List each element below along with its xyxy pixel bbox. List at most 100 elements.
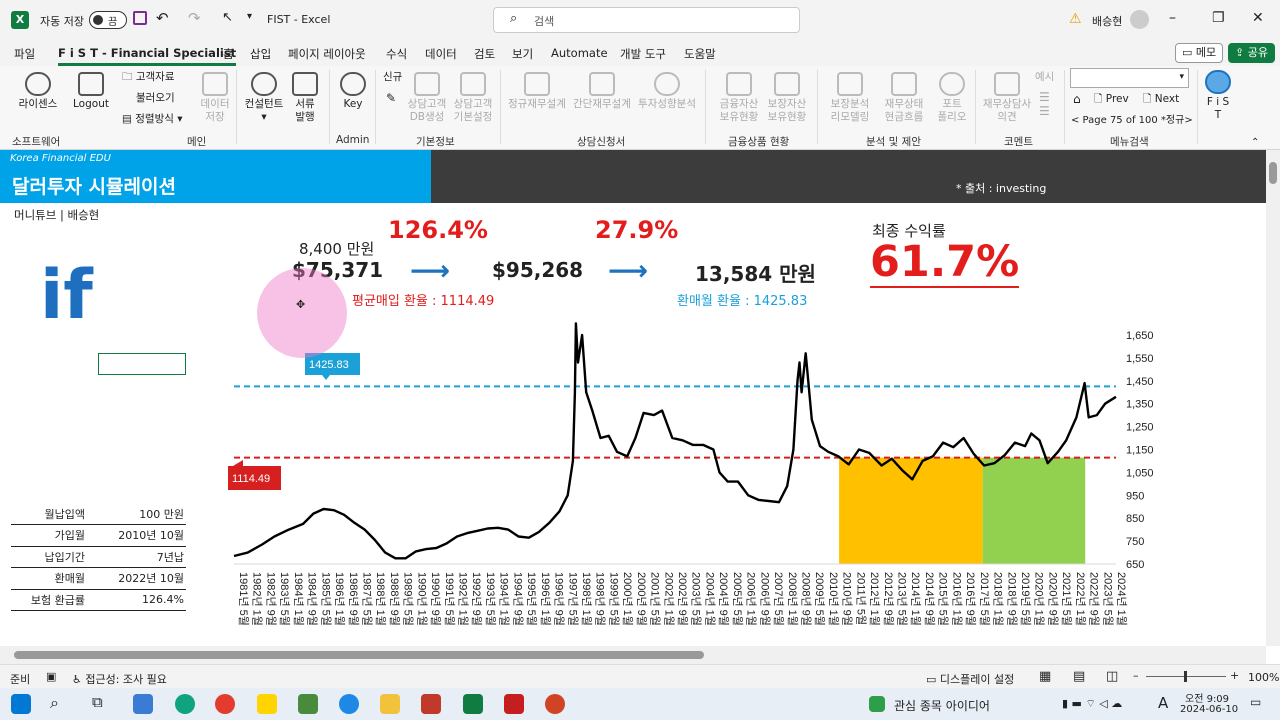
pointer-mode-icon[interactable]: ↖ — [222, 10, 233, 25]
tab-review[interactable]: 검토 — [474, 46, 495, 62]
prev-button[interactable]: 🗋 Prev — [1094, 93, 1129, 106]
building-icon — [726, 72, 752, 96]
save-icon[interactable] — [133, 11, 147, 25]
tab-view[interactable]: 보기 — [512, 46, 533, 62]
redo-icon[interactable]: ↷ — [188, 9, 201, 27]
tray-icons[interactable]: ▮ ▬ ⌔ ◁ ☁ — [1062, 697, 1122, 711]
home-icon[interactable]: ⌂ — [1073, 93, 1081, 106]
doc-issue-button[interactable]: 서류 발행 — [288, 72, 322, 124]
tab-developer[interactable]: 개발 도구 — [620, 46, 666, 62]
key-button[interactable]: Key — [338, 72, 368, 111]
restore-icon[interactable]: ❐ — [1212, 10, 1225, 26]
page-break-view-icon[interactable]: ◫ — [1106, 669, 1118, 684]
warning-icon[interactable]: ⚠ — [1069, 11, 1082, 27]
data-save-button[interactable]: 데이터 저장 — [198, 72, 232, 124]
x-tick-label: 1984년 1월 — [292, 572, 305, 626]
clock-time[interactable]: 오전 9:09 — [1185, 690, 1229, 705]
consult-basic-button[interactable]: 상담고객 기본설정 — [450, 72, 496, 124]
magnifier-icon — [654, 72, 680, 96]
new-button[interactable]: 신규 — [383, 71, 402, 84]
notification-icon[interactable]: ▭ — [1250, 695, 1261, 709]
chrome-icon[interactable] — [215, 694, 235, 714]
tab-insert[interactable]: 삽입 — [250, 46, 271, 62]
financial-assets-button[interactable]: 금융자산 보유현황 — [716, 72, 762, 124]
kakaotalk-icon[interactable] — [257, 694, 277, 714]
regular-plan-button[interactable]: 정규재무설계 — [506, 72, 568, 111]
windows-start-icon[interactable] — [11, 694, 31, 714]
financial-status-button[interactable]: 재무상태 현금흐름 — [878, 72, 930, 124]
macro-record-icon[interactable]: ▣ — [46, 670, 56, 683]
edit-icon[interactable]: ✎ — [386, 92, 396, 105]
simple-plan-button[interactable]: 간단재무설계 — [570, 72, 634, 111]
consult-opinion-button[interactable]: 재무상담사 의견 — [980, 72, 1034, 124]
app-icon[interactable] — [133, 694, 153, 714]
autosave-toggle[interactable]: 끔 — [89, 11, 127, 29]
search-box[interactable]: ⌕ 검색 — [493, 7, 800, 33]
collapse-ribbon-icon[interactable]: ⌃ — [1251, 136, 1259, 149]
edge-icon[interactable] — [175, 694, 195, 714]
tab-fist[interactable]: F i S T - Financial Specialist — [58, 46, 237, 66]
zoom-level[interactable]: 100% — [1248, 671, 1279, 684]
page-layout-view-icon[interactable]: ▤ — [1073, 669, 1085, 684]
vertical-scrollbar[interactable] — [1266, 150, 1280, 646]
tab-data[interactable]: 데이터 — [425, 46, 457, 62]
x-tick-label: 2010년 1월 — [827, 572, 840, 626]
input-language[interactable]: A — [1158, 694, 1168, 712]
portfolio-button[interactable]: 포트 폴리오 — [934, 72, 970, 124]
powerpoint-icon[interactable] — [545, 694, 565, 714]
x-tick-label: 2008년 9월 — [799, 572, 812, 626]
horizontal-scrollbar[interactable] — [0, 646, 1266, 664]
person-icon — [251, 72, 277, 96]
zoom-slider-thumb[interactable] — [1184, 671, 1187, 682]
window-icon — [589, 72, 615, 96]
coverage-analysis-button[interactable]: 보장분석 리모델링 — [824, 72, 876, 124]
undo-icon[interactable]: ↶ — [156, 9, 169, 27]
zoom-out-icon[interactable]: – — [1133, 669, 1139, 682]
file-explorer-icon[interactable] — [380, 694, 400, 714]
app-icon[interactable] — [298, 694, 318, 714]
tab-automate[interactable]: Automate — [551, 46, 608, 60]
tab-help[interactable]: 도움말 — [684, 46, 716, 62]
close-icon[interactable]: ✕ — [1252, 10, 1264, 26]
example-button[interactable]: 예시 — [1035, 71, 1054, 84]
license-button[interactable]: 라이센스 — [14, 72, 62, 111]
quick-access-dropdown-icon[interactable]: ▾ — [247, 11, 252, 22]
sort-dropdown[interactable]: ▤ 정렬방식 ▾ — [122, 113, 183, 126]
x-tick-label: 1993년 5월 — [484, 572, 497, 626]
search-icon[interactable]: ⌕ — [50, 693, 59, 713]
consultant-button[interactable]: 컨설턴트 ▾ — [242, 72, 286, 124]
memo-button[interactable]: ▭ 메모 — [1175, 43, 1224, 63]
zoom-in-icon[interactable]: + — [1230, 669, 1239, 682]
worksheet[interactable]: Korea Financial EDU 달러투자 시뮬레이션 * 출처 : in… — [0, 150, 1266, 646]
invest-analysis-button[interactable]: 투자성향분석 — [636, 72, 698, 111]
task-view-icon[interactable]: ⧉ — [92, 693, 103, 711]
next-button[interactable]: 🗋 Next — [1143, 93, 1179, 106]
list-icon[interactable]: ☰ ☰ — [1039, 90, 1050, 118]
app-icon[interactable] — [339, 694, 359, 714]
avatar[interactable] — [1130, 10, 1149, 29]
minimize-icon[interactable]: – — [1169, 10, 1176, 26]
news-widget[interactable]: 관심 종목 아이디어 — [894, 697, 990, 714]
consult-db-button[interactable]: 상담고객 DB생성 — [404, 72, 450, 124]
logout-button[interactable]: Logout — [70, 72, 112, 111]
insurance-assets-button[interactable]: 보장자산 보유현황 — [764, 72, 810, 124]
news-widget-icon[interactable] — [869, 696, 885, 712]
customer-data-button[interactable]: 🗀 고객자료 — [122, 71, 174, 84]
app-icon[interactable] — [421, 694, 441, 714]
acrobat-icon[interactable] — [504, 694, 524, 714]
excel-taskbar-icon[interactable] — [463, 694, 483, 714]
clock-date[interactable]: 2024-06-10 — [1180, 704, 1238, 715]
tab-file[interactable]: 파일 — [14, 46, 35, 62]
tab-home[interactable]: 홈 — [223, 46, 234, 62]
tab-formulas[interactable]: 수식 — [386, 46, 407, 62]
normal-view-icon[interactable]: ▦ — [1039, 669, 1051, 684]
accessibility-status[interactable]: ♿ 접근성: 조사 필요 — [72, 671, 167, 687]
page-select[interactable]: ▾ — [1070, 68, 1189, 88]
load-button[interactable]: 불러오기 — [136, 92, 175, 105]
tab-page-layout[interactable]: 페이지 레이아웃 — [288, 46, 366, 62]
display-settings-button[interactable]: ▭ 디스플레이 설정 — [926, 671, 1014, 687]
x-tick-label: 2010년 9월 — [841, 572, 854, 626]
fist-button[interactable]: F i S T — [1204, 70, 1232, 122]
share-button[interactable]: ⇪ 공유 — [1228, 43, 1275, 63]
y-tick-label: 1,450 — [1126, 376, 1154, 388]
